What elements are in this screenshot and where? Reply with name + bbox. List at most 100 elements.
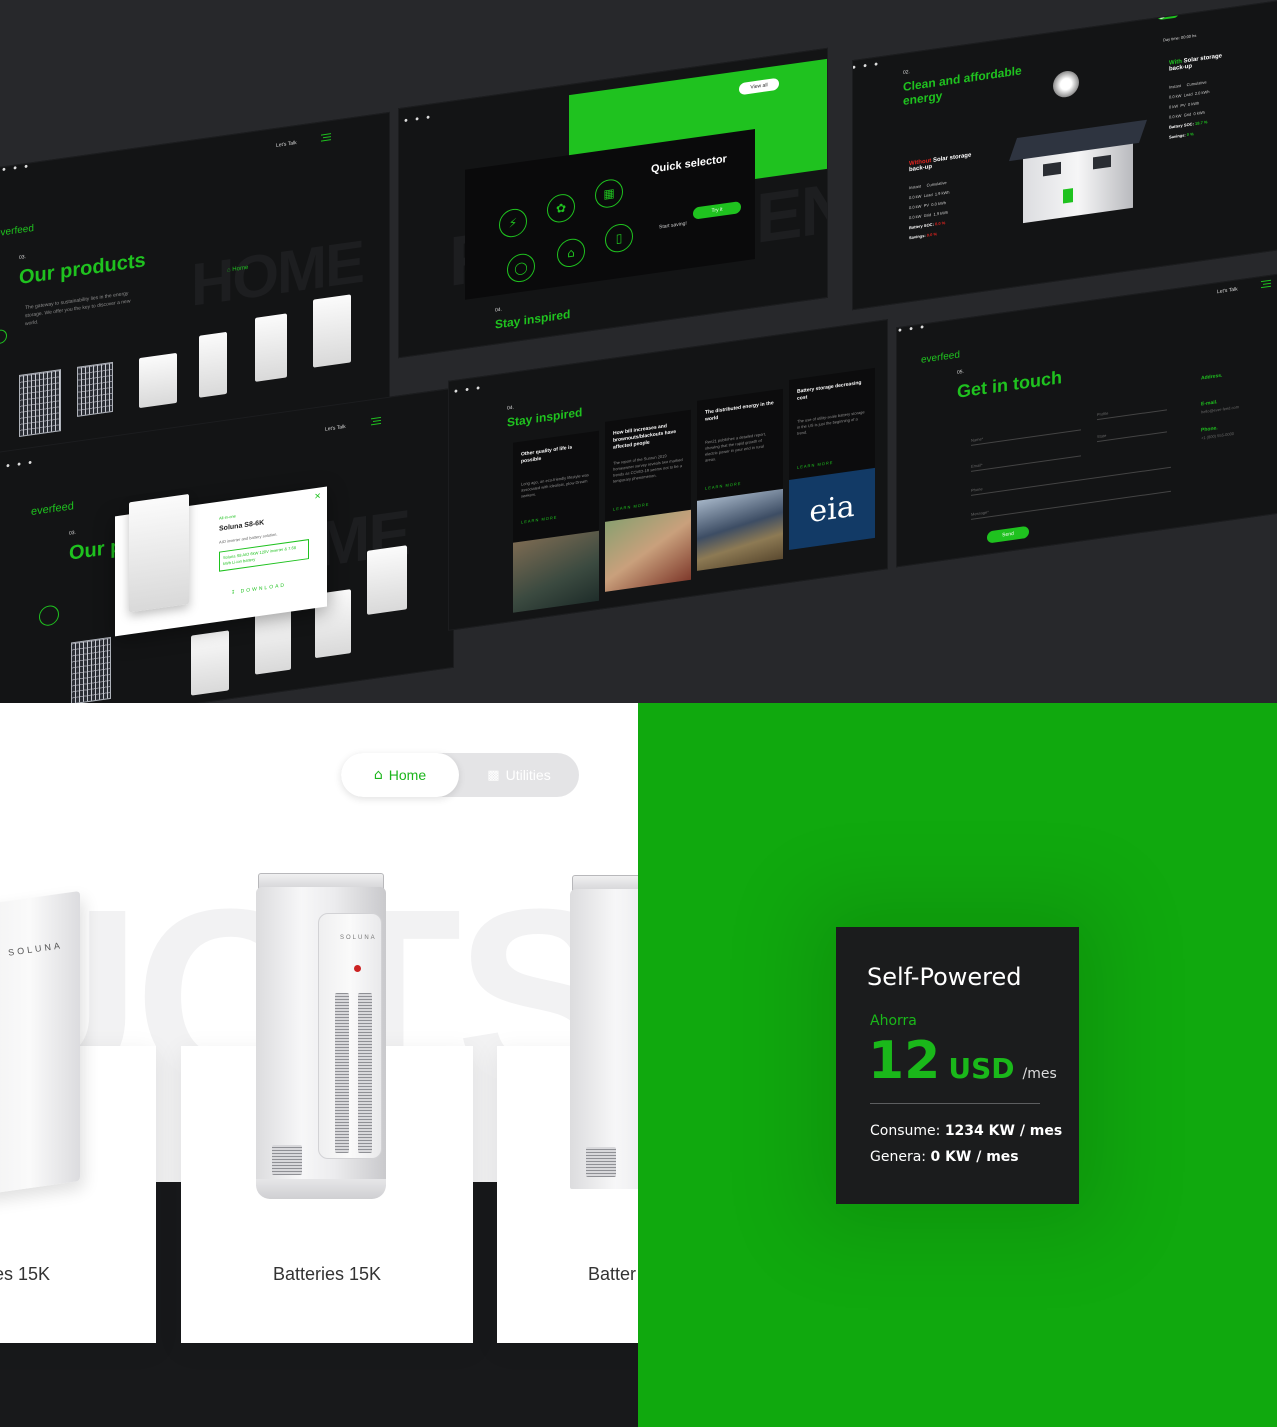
solar-panel-image [71,636,111,703]
sun-icon [1053,69,1079,99]
leaf-icon[interactable]: ✿ [547,192,575,225]
article-title: Other quality of life is possible [521,444,573,465]
eia-logo: eia [789,467,875,550]
page-title: Our products [19,249,146,290]
page-title: Stay inspired [507,405,583,430]
learn-more-link[interactable]: LEARN MORE [797,460,833,470]
toggle-utilities-option[interactable]: ▩ Utilities [459,753,579,797]
brand-logo: everfeed [921,349,960,366]
tagline: The gateway to sustainability lies in th… [25,290,131,328]
slide-dots: • • • [453,383,483,399]
article-title: The distributed energy in the world [705,400,774,423]
home-gear-icon[interactable]: ⌂ [557,236,585,269]
modal-spec-box: Soluna S8 AIO 6kW 120V inverter & 7.68 k… [219,539,309,572]
device-icon[interactable]: ▯ [605,222,633,255]
stay-inspired-heading: Stay inspired [495,306,571,332]
product-battery-large-image [367,545,407,615]
genera-line: Genera: 0 KW / mes [870,1149,1019,1165]
product-battery-image [255,313,287,382]
product-modal: ✕ All-in-one Soluna S8-6K AIO inverter a… [115,486,327,637]
solar-panel-image [19,369,61,438]
unit-brand-text: SOLUNA [340,935,377,941]
plug-icon[interactable]: ⚡ [499,207,527,240]
profile-select[interactable]: Profile [1097,402,1167,421]
article-body: Ren21 publishes a detailed report, showi… [705,431,766,463]
savings-period: /mes [1022,1066,1057,1082]
card-title: Self-Powered [867,963,1022,991]
battery-tower-image: SOLUNA [248,873,394,1203]
product-battery-image [191,630,229,696]
page-title: Get in touch [957,367,1062,402]
product-inverter-image [139,352,177,409]
slide-contact: • • • Let's Talk everfeed 05. Get in tou… [896,272,1277,568]
article-card[interactable]: How bill increases and brownouts/blackou… [605,409,691,592]
toggle-home-option[interactable]: ⌂ Home [341,753,459,797]
download-link[interactable]: ↧ DOWNLOAD [231,582,286,596]
article-body: Long ago, an eco-friendly lifestyle was … [521,472,589,499]
scroll-down-icon[interactable] [39,604,59,628]
address-label: Address. [1201,372,1223,382]
product-battery-large-image [313,294,351,368]
email-field[interactable]: Email* [971,448,1081,472]
state-select[interactable]: State [1097,424,1167,443]
page-title: Clean and affordable energy [903,63,1022,109]
solar-panel-icon[interactable]: ▦ [595,177,623,210]
dark-mode-toggle[interactable] [1157,7,1179,21]
product-card-label: Batter [588,1264,637,1284]
genera-label: Genera: [870,1149,926,1165]
slide-dots: • • • [1,161,31,177]
utilities-products-view: UCTS ⌂ Home ▩ Utilities ries 15K Batteri… [0,703,638,1427]
modal-title: Soluna S8-6K [219,519,265,533]
view-all-label: View all [750,82,768,91]
send-label: Send [1002,530,1014,539]
menu-icon[interactable] [1261,279,1271,289]
eia-logo-text: eia [809,488,855,530]
wall-battery-image: SOLUNA [0,890,88,1198]
article-body: The report of the Sunrun 2019 homeowner … [613,453,683,484]
brand-logo: everfeed [31,500,74,519]
article-card[interactable]: Other quality of life is possible Long a… [513,430,599,613]
product-battery-slim-image [199,331,227,398]
nav-cta[interactable]: Let's Talk [276,140,297,149]
section-index: 03. [19,254,26,262]
article-body: The use of utility-scale battery storage… [797,409,865,436]
article-title: Battery storage decreasing cost [797,379,862,402]
section-index: 03. [69,529,76,537]
day-time: Day time: 00:00 hs [1163,32,1197,43]
savings-amount: 12 USD /mes [868,1033,1057,1089]
phone-label: Phone. [1201,425,1218,434]
slide-dots: • • • [5,457,35,473]
article-card[interactable]: The distributed energy in the world Ren2… [697,388,783,571]
learn-more-link[interactable]: LEARN MORE [705,481,741,491]
nav-cta[interactable]: Let's Talk [1217,286,1238,295]
try-it-button[interactable]: Try it [693,201,741,220]
article-title: How bill increases and brownouts/blackou… [613,423,677,451]
article-photo [605,509,691,592]
slide-dots: • • • [852,59,881,75]
article-photo [697,488,783,571]
article-card[interactable]: Battery storage decreasing cost The use … [789,367,875,550]
name-field[interactable]: Name* [971,422,1081,446]
send-button[interactable]: Send [987,525,1029,544]
learn-more-link[interactable]: LEARN MORE [521,515,557,525]
menu-icon[interactable] [371,416,381,426]
with-label: With Solar storage back-up [1169,53,1222,73]
consume-label: Consume: [870,1123,941,1139]
nav-cta[interactable]: Let's Talk [325,424,346,433]
menu-icon[interactable] [321,133,331,142]
without-label: Without Solar storage back-up [909,152,972,174]
toggle-home-label: Home [388,767,427,783]
home-utilities-toggle[interactable]: ⌂ Home ▩ Utilities [341,753,579,797]
divider [870,1103,1040,1104]
self-powered-panel: Self-Powered Ahorra 12 USD /mes Consume:… [638,703,1277,1427]
product-card-label: Batteries 15K [272,1264,382,1284]
learn-more-link[interactable]: LEARN MORE [613,502,649,512]
article-photo [513,530,599,613]
start-saving-text: Start saving! [659,220,687,231]
product-battery-image [255,607,291,675]
close-icon[interactable]: ✕ [314,491,321,501]
power-indicator-icon [354,965,361,972]
scroll-down-icon[interactable] [0,328,7,345]
lightbulb-icon[interactable]: ◯ [507,251,535,284]
modal-description: AIO inverter and battery solution. [219,531,278,545]
